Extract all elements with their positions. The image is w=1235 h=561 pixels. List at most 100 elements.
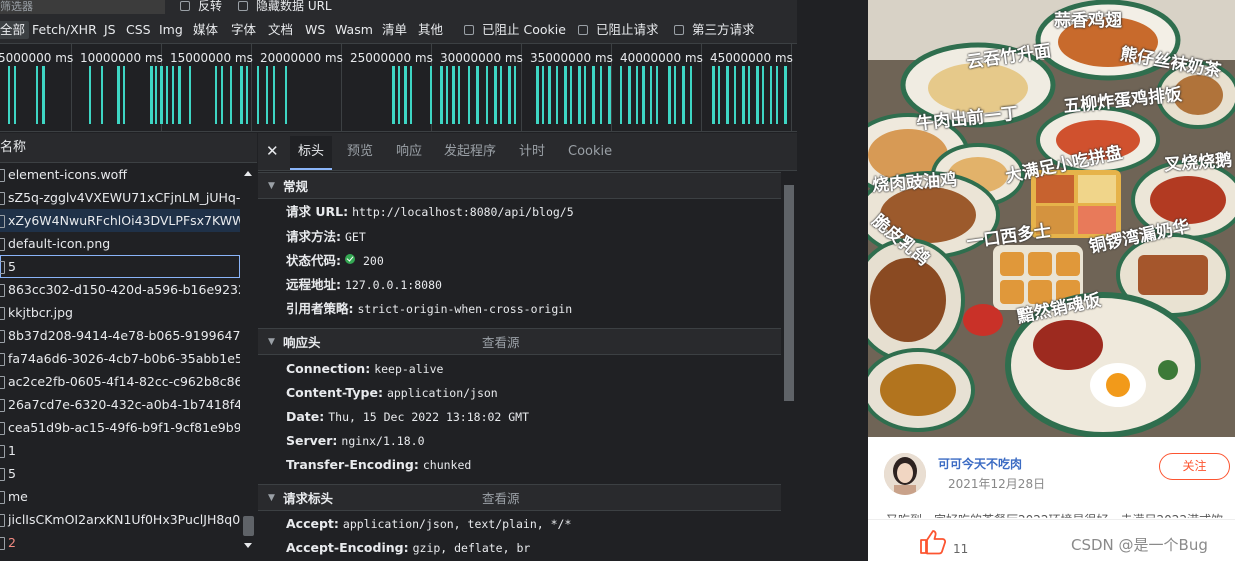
request-row[interactable]: 863cc302-d150-420d-a596-b16e9232a1... [0, 278, 240, 301]
request-header-row: Accept-Encoding: gzip, deflate, br [286, 540, 530, 556]
scrollbar-thumb[interactable] [784, 185, 794, 401]
timeline-request-bar [628, 66, 631, 124]
timeline-request-bar [215, 66, 217, 124]
request-row[interactable]: jiclIsCKmOI2arxKN1Uf0Hx3PuclJH8q0Q... [0, 508, 240, 531]
scroll-down-arrow-icon[interactable] [244, 543, 252, 548]
timeline-tick-label: 20000000 ms [260, 51, 343, 65]
header-key: Content-Type: [286, 385, 383, 400]
hide-data-url-label: 隐藏数据 URL [256, 0, 332, 13]
type-filter-img[interactable]: Img [155, 21, 187, 39]
thumbs-up-icon[interactable] [918, 528, 946, 556]
expand-triangle-icon: ▼ [268, 493, 275, 503]
general-section-header[interactable]: ▼ 常规 [258, 172, 781, 199]
detail-scrollbar[interactable] [781, 171, 797, 561]
tab-response[interactable]: 响应 [388, 136, 430, 170]
avatar[interactable] [884, 453, 926, 495]
header-value: gzip, deflate, br [412, 541, 531, 555]
header-value: 127.0.0.1:8080 [344, 278, 442, 292]
blocked-cookies-checkbox[interactable]: 已阻止 Cookie [460, 21, 570, 39]
blocked-cookies-label: 已阻止 Cookie [482, 22, 566, 37]
timeline-request-bar [404, 66, 407, 124]
request-row[interactable]: 1 [0, 439, 240, 462]
response-header-row: Content-Type: application/json [286, 385, 498, 401]
invert-checkbox[interactable]: 反转 [180, 0, 222, 12]
timeline-request-bar [266, 66, 268, 124]
timeline-tick-label: 10000000 ms [80, 51, 163, 65]
type-filter-doc[interactable]: 文档 [264, 21, 297, 39]
general-section-title: 常规 [283, 179, 309, 194]
scrollbar-thumb[interactable] [243, 516, 254, 536]
request-row[interactable]: 5 [0, 462, 240, 485]
type-filter-media[interactable]: 媒体 [189, 21, 222, 39]
scroll-up-arrow-icon[interactable] [244, 171, 252, 176]
general-row-remote: 远程地址: 127.0.0.1:8080 [286, 277, 442, 293]
tab-cookies[interactable]: Cookie [560, 136, 620, 170]
type-filter-manifest[interactable]: 清单 [378, 21, 411, 39]
timeline-request-bar [542, 66, 544, 124]
request-headers-section-header[interactable]: ▼ 请求标头 查看源 [258, 484, 781, 511]
timeline-request-bar [468, 66, 470, 124]
timeline-request-bar [240, 66, 243, 124]
request-list-scrollbar[interactable] [240, 163, 257, 561]
tab-preview[interactable]: 预览 [339, 136, 381, 170]
type-filter-font[interactable]: 字体 [227, 21, 260, 39]
filter-input[interactable]: 筛选器 [0, 0, 165, 14]
type-filter-fetch-xhr[interactable]: Fetch/XHR [28, 21, 101, 39]
header-key: 状态代码: [286, 253, 341, 268]
header-value: nginx/1.18.0 [341, 434, 425, 448]
response-headers-section-header[interactable]: ▼ 响应头 查看源 [258, 328, 781, 355]
tab-headers[interactable]: 标头 [290, 136, 333, 170]
timeline-request-bar [285, 66, 287, 124]
tab-initiator[interactable]: 发起程序 [436, 136, 504, 170]
timeline-request-bar [36, 66, 38, 124]
food-caption: 蒜香鸡翅 [1054, 11, 1122, 31]
request-row[interactable]: ac2ce2fb-0605-4f14-82cc-c962b8c8668... [0, 370, 240, 393]
view-source-link[interactable]: 查看源 [482, 329, 520, 356]
type-filter-wasm[interactable]: Wasm [331, 21, 377, 39]
request-row[interactable]: 26a7cd7e-6320-432c-a0b4-1b7418f45e... [0, 393, 240, 416]
hide-data-url-checkbox[interactable]: 隐藏数据 URL [238, 0, 332, 12]
close-icon[interactable]: ✕ [266, 142, 279, 160]
filter-row: 筛选器 反转 隐藏数据 URL [0, 0, 797, 16]
request-row[interactable]: fa74a6d6-3026-4cb7-b0b6-35abb1e52c... [0, 347, 240, 370]
invert-label: 反转 [198, 0, 223, 13]
third-party-checkbox[interactable]: 第三方请求 [670, 21, 759, 39]
general-row-referrer: 引用者策略: strict-origin-when-cross-origin [286, 301, 572, 317]
request-row-error[interactable]: 2 [0, 531, 240, 554]
request-row[interactable]: xZy6W4NwuRFchlOi43DVLPFsx7KWWvP... [0, 209, 240, 232]
panel-gap [797, 0, 868, 561]
detail-tabs: ✕ 标头 预览 响应 发起程序 计时 Cookie [258, 133, 797, 171]
request-row[interactable]: cea51d9b-ac15-49f6-b9f1-9cf81e9b9c8... [0, 416, 240, 439]
timeline-request-bar [642, 66, 645, 124]
type-filter-js[interactable]: JS [100, 21, 120, 39]
network-overview-timeline[interactable]: 5000000 ms 10000000 ms 15000000 ms 20000… [0, 44, 797, 132]
response-header-row: Date: Thu, 15 Dec 2022 13:18:02 GMT [286, 409, 529, 425]
request-row[interactable]: me [0, 485, 240, 508]
food-photo[interactable]: 蒜香鸡翅 云吞竹升面 熊仔丝袜奶茶 牛肉出前一丁 五柳炸蛋鸡排饭 烧肉豉油鸡 大… [868, 0, 1235, 437]
name-column-header[interactable]: 名称 [0, 133, 257, 163]
timeline-request-bar [656, 66, 658, 124]
request-row[interactable]: element-icons.woff [0, 163, 240, 186]
request-row[interactable]: 8b37d208-9414-4e78-b065-9199647bb... [0, 324, 240, 347]
type-filter-ws[interactable]: WS [301, 21, 329, 39]
tab-timing[interactable]: 计时 [511, 136, 553, 170]
timeline-tick-label: 30000000 ms [440, 51, 523, 65]
request-row[interactable]: default-icon.png [0, 232, 240, 255]
request-row[interactable]: sZ5q-zgglv4VXEWU71xCFjnLM_jUHq-yl... [0, 186, 240, 209]
type-filter-css[interactable]: CSS [122, 21, 155, 39]
request-row-selected[interactable]: 5 [0, 255, 240, 278]
author-name[interactable]: 可可今天不吃肉 [938, 455, 1022, 472]
request-row[interactable]: kkjtbcr.jpg [0, 301, 240, 324]
third-party-label: 第三方请求 [692, 22, 755, 37]
request-headers-title: 请求标头 [283, 491, 334, 506]
blocked-requests-checkbox[interactable]: 已阻止请求 [574, 21, 663, 39]
timeline-tick-label: 35000000 ms [530, 51, 613, 65]
timeline-request-bar [117, 66, 120, 124]
view-source-link[interactable]: 查看源 [482, 485, 520, 512]
timeline-request-bar [42, 66, 45, 124]
type-filter-other[interactable]: 其他 [414, 21, 447, 39]
resource-type-filter-bar: 全部 Fetch/XHR JS CSS Img 媒体 字体 文档 WS Wasm… [0, 16, 797, 44]
type-filter-all[interactable]: 全部 [0, 21, 30, 39]
timeline-tick-label: 45000000 ms [710, 51, 793, 65]
follow-button[interactable]: 关注 [1159, 453, 1230, 480]
